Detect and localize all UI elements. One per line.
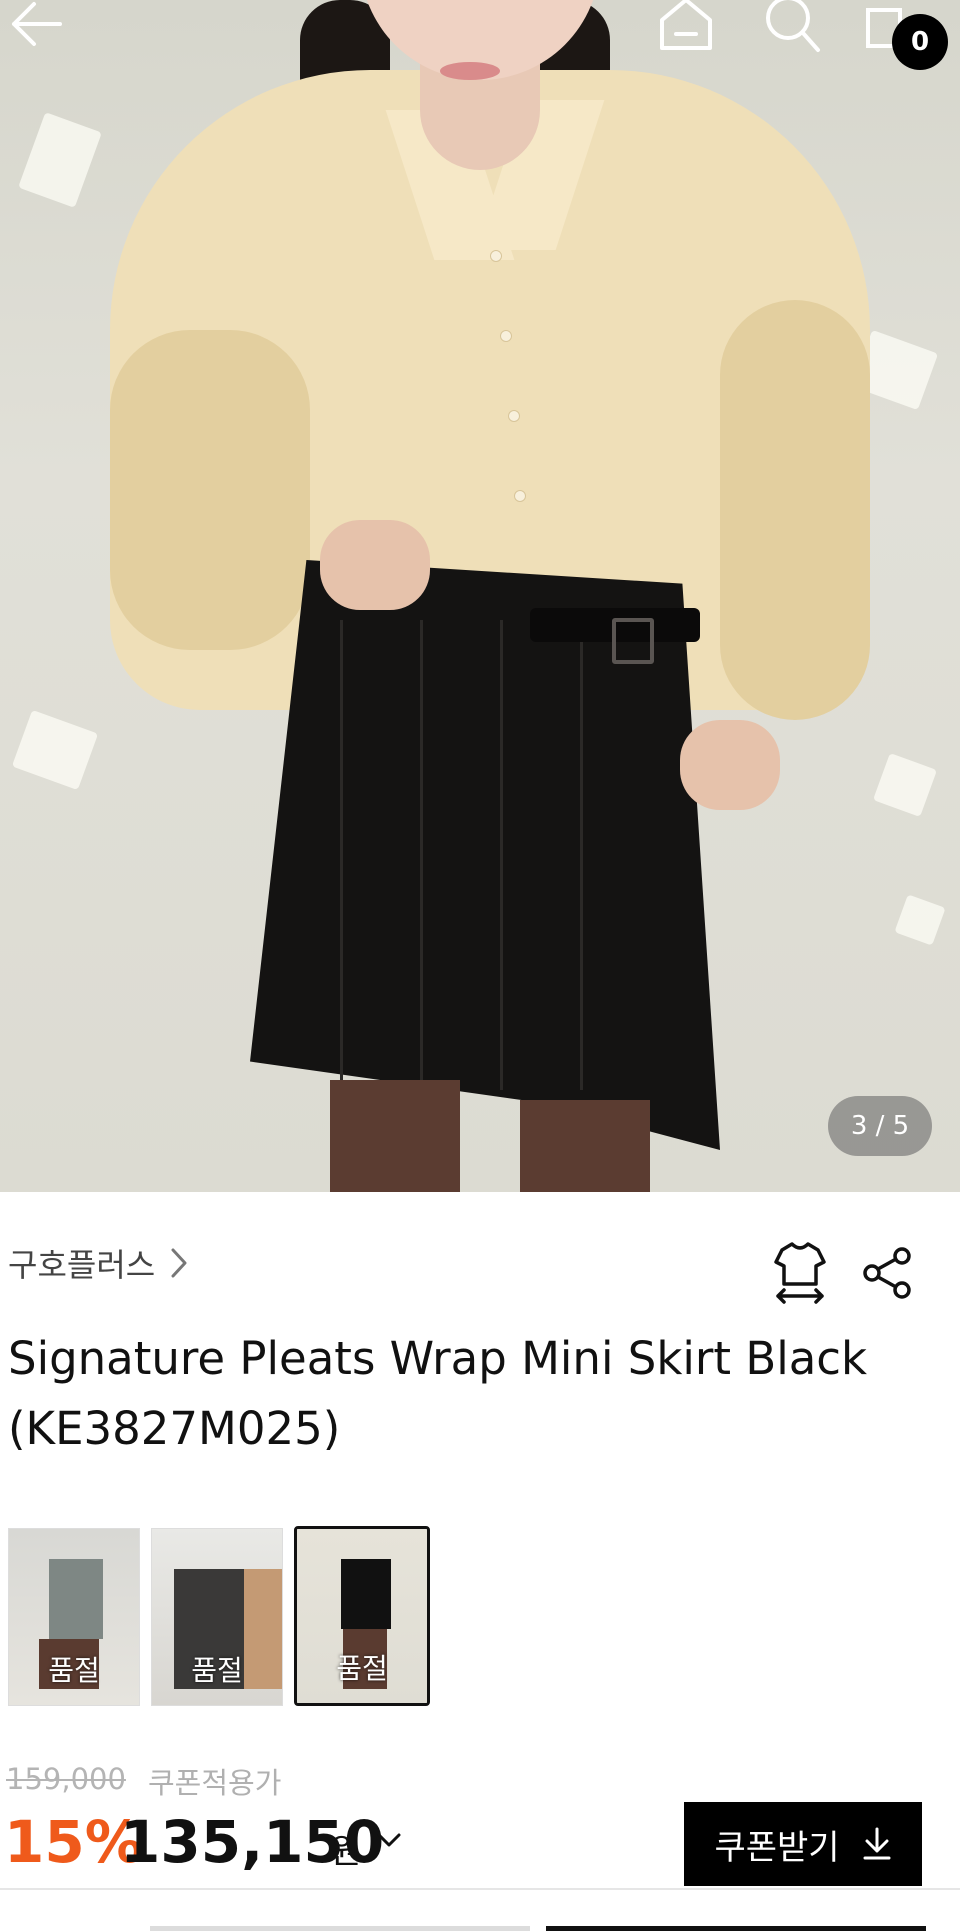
thumb-skirt <box>341 1559 391 1629</box>
pleat <box>580 620 583 1090</box>
coupon-price-label: 쿠폰적용가 <box>148 1766 282 1800</box>
color-option-black[interactable]: 품절 <box>294 1526 430 1706</box>
size-guide-icon[interactable] <box>772 1240 828 1304</box>
light-spot <box>18 112 102 208</box>
bottom-bar-segment <box>150 1926 530 1931</box>
leg <box>330 1080 460 1192</box>
hand <box>680 720 780 810</box>
back-arrow-icon[interactable] <box>6 0 66 50</box>
bottom-bar-segment <box>546 1926 926 1931</box>
light-spot <box>894 894 946 946</box>
search-icon[interactable] <box>764 0 824 56</box>
original-price: 159,000 <box>6 1762 126 1796</box>
soldout-label: 품절 <box>191 1654 243 1687</box>
pleat <box>420 620 423 1090</box>
download-icon <box>863 1827 891 1860</box>
currency-unit: 원 <box>330 1832 362 1872</box>
brand-name: 구호플러스 <box>8 1246 156 1284</box>
shirt-button <box>490 250 502 262</box>
sleeve <box>720 300 870 720</box>
belt-buckle <box>612 618 654 664</box>
hand <box>320 520 430 610</box>
soldout-label: 품절 <box>336 1652 388 1685</box>
divider <box>0 1888 960 1890</box>
product-image[interactable]: 3 / 5 <box>0 0 960 1192</box>
light-spot <box>11 709 99 791</box>
light-spot <box>872 752 938 818</box>
sleeve <box>110 330 310 650</box>
pleat <box>500 620 503 1090</box>
coupon-download-button[interactable]: 쿠폰받기 <box>684 1802 922 1886</box>
pleat <box>340 620 343 1090</box>
shirt-button <box>514 490 526 502</box>
shirt-button <box>500 330 512 342</box>
chevron-down-icon[interactable] <box>376 1832 402 1850</box>
leg <box>520 1100 650 1192</box>
brand-link[interactable]: 구호플러스 <box>8 1240 189 1286</box>
soldout-label: 품절 <box>48 1654 100 1687</box>
color-options: 품절 품절 품절 <box>8 1526 441 1706</box>
top-bar: 0 <box>0 0 960 70</box>
coupon-button-label: 쿠폰받기 <box>714 1827 840 1868</box>
share-icon[interactable] <box>860 1246 914 1300</box>
shirt-button <box>508 410 520 422</box>
product-title: Signature Pleats Wrap Mini Skirt Black (… <box>8 1332 868 1455</box>
image-counter: 3 / 5 <box>828 1096 932 1156</box>
color-option-gray[interactable]: 품절 <box>8 1528 140 1706</box>
color-option-charcoal[interactable]: 품절 <box>151 1528 283 1706</box>
cart-count-badge[interactable]: 0 <box>892 14 948 70</box>
thumb-skirt <box>49 1559 103 1639</box>
chevron-right-icon <box>171 1248 187 1278</box>
home-icon[interactable] <box>656 0 716 52</box>
